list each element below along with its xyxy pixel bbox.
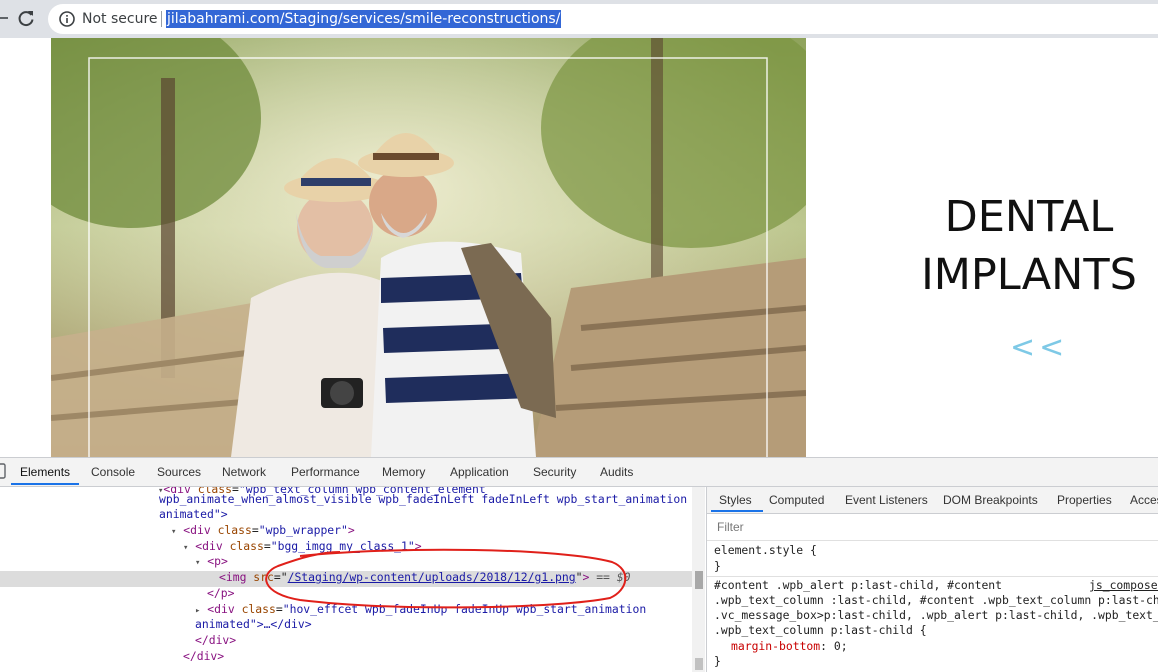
devtools-tabbar: Elements Console Sources Network Perform… [0, 458, 1158, 487]
rule-close-brace: } [714, 654, 721, 668]
device-toolbar-icon[interactable] [0, 463, 8, 479]
tab-event-listeners[interactable]: Event Listeners [845, 493, 928, 507]
rule-source-link[interactable]: js_composer [1089, 578, 1158, 592]
divider [161, 11, 162, 27]
devtools-panel: Elements Console Sources Network Perform… [0, 457, 1158, 672]
tab-security[interactable]: Security [533, 465, 576, 479]
tab-application[interactable]: Application [450, 465, 509, 479]
security-label[interactable]: Not secure [82, 10, 158, 28]
tab-network[interactable]: Network [222, 465, 266, 479]
img-src-link[interactable]: /Staging/wp-content/uploads/2018/12/g1.p… [288, 570, 576, 584]
page-heading-block: DENTAL IMPLANTS [900, 188, 1158, 304]
tab-memory[interactable]: Memory [382, 465, 425, 479]
dom-node-line: animated">…</div> [195, 617, 312, 631]
info-icon[interactable] [59, 11, 75, 27]
dom-node-img[interactable]: <img src="/Staging/wp-content/uploads/20… [219, 570, 631, 586]
active-tab-indicator [711, 510, 763, 512]
tab-sources[interactable]: Sources [157, 465, 201, 479]
tab-computed[interactable]: Computed [769, 493, 824, 507]
rule-selector: .wpb_text_column p:last-child { [714, 623, 927, 637]
elements-tree: ▾<div class="wpb_text_column wpb_content… [0, 487, 692, 672]
tab-dom-breakpoints[interactable]: DOM Breakpoints [943, 493, 1038, 507]
address-bar[interactable]: Not secure jilabahrami.com/Staging/servi… [48, 4, 1158, 34]
browser-toolbar: Not secure jilabahrami.com/Staging/servi… [0, 0, 1158, 38]
tab-accessibility[interactable]: Accessibility [1130, 493, 1158, 507]
active-tab-indicator [11, 483, 79, 485]
dom-node-p-close: </p> [207, 586, 235, 600]
url-text[interactable]: jilabahrami.com/Staging/services/smile-r… [166, 10, 562, 28]
web-page: DENTAL IMPLANTS << [0, 38, 1158, 457]
tab-console[interactable]: Console [91, 465, 135, 479]
tab-audits[interactable]: Audits [600, 465, 633, 479]
page-title: DENTAL IMPLANTS [921, 192, 1137, 300]
hero-photo [51, 38, 806, 457]
tab-properties[interactable]: Properties [1057, 493, 1112, 507]
dom-node-div-close: </div> [183, 649, 225, 663]
dom-node-line: wpb_animate_when_almost_visible wpb_fade… [159, 492, 688, 506]
rule-close-brace: } [714, 559, 721, 573]
element-style-selector[interactable]: element.style { [714, 543, 817, 557]
styles-sidebar: Styles Computed Event Listeners DOM Brea… [706, 487, 1158, 672]
reload-icon[interactable] [15, 7, 37, 29]
divider [707, 576, 1158, 577]
rule-selector: #content .wpb_alert p:last-child, #conte… [714, 578, 1003, 592]
dom-node-div-close: </div> [195, 633, 237, 647]
back-arrows-link[interactable]: << [1010, 330, 1068, 365]
css-declaration[interactable]: margin-bottom: 0; [731, 639, 848, 653]
divider [707, 540, 1158, 541]
scrollbar-thumb[interactable] [695, 571, 703, 589]
rule-selector: .vc_message_box>p:last-child, .wpb_alert… [714, 608, 1158, 622]
tab-elements[interactable]: Elements [20, 465, 70, 479]
styles-tabbar: Styles Computed Event Listeners DOM Brea… [707, 487, 1158, 514]
styles-filter-input[interactable]: Filter [717, 520, 744, 534]
tab-styles[interactable]: Styles [719, 493, 752, 507]
dom-node-line: animated"> [159, 507, 228, 521]
rule-selector: .wpb_text_column :last-child, #content .… [714, 593, 1158, 607]
scrollbar-thumb[interactable] [695, 658, 703, 670]
tab-performance[interactable]: Performance [291, 465, 360, 479]
